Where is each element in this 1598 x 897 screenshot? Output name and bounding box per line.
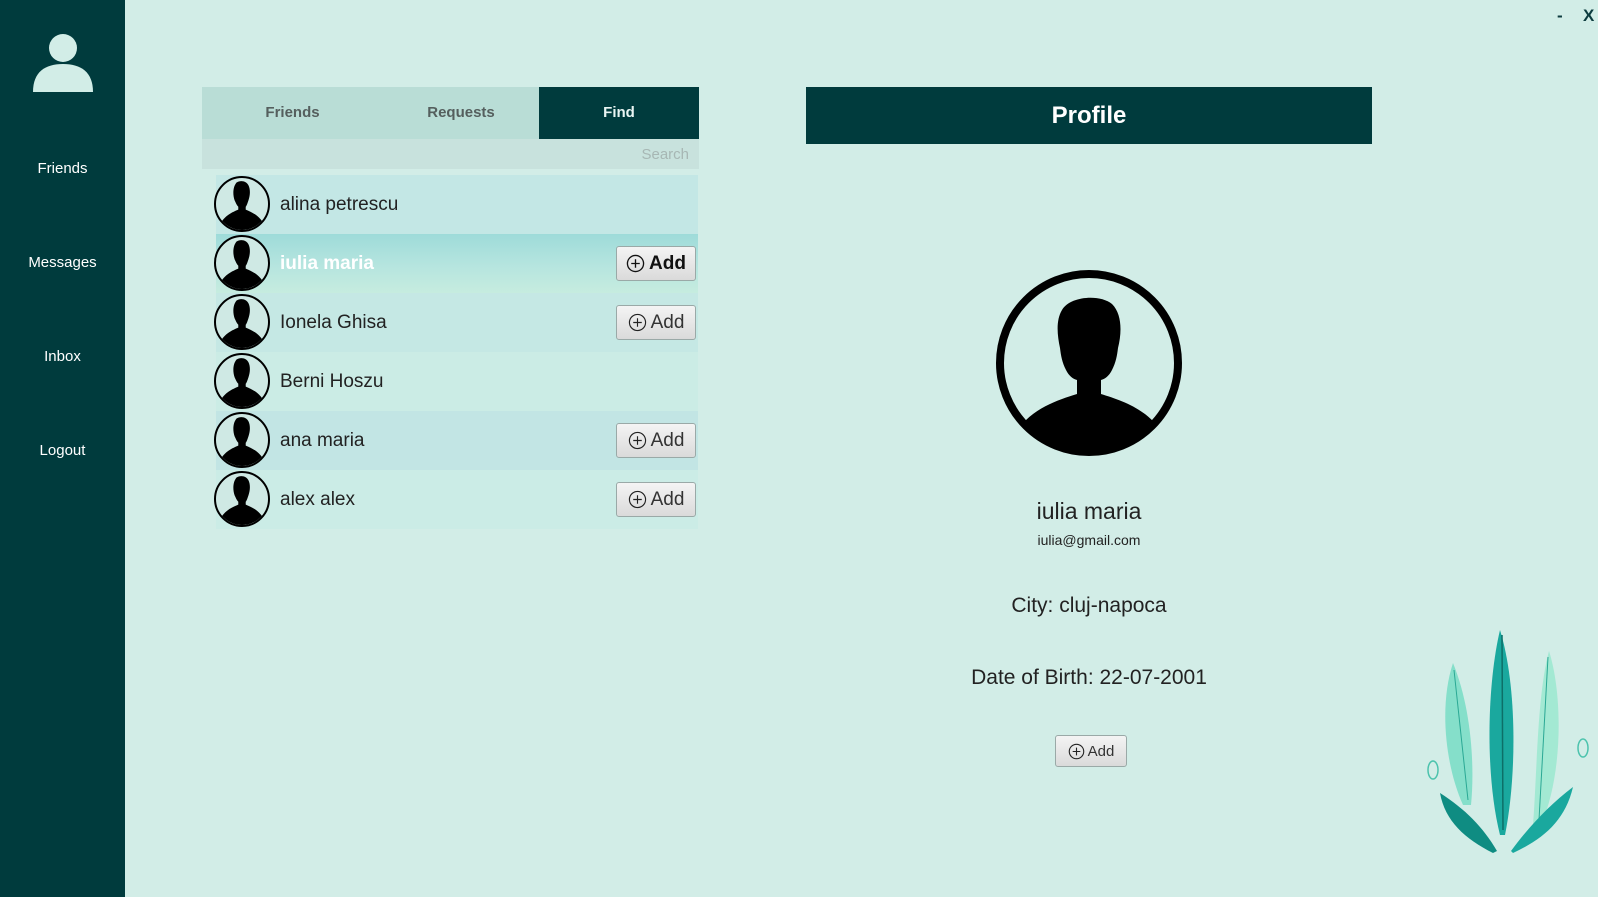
nav-inbox[interactable]: Inbox <box>0 348 125 365</box>
tab-requests[interactable]: Requests <box>383 87 539 139</box>
profile-add-button[interactable]: Add <box>1055 735 1127 767</box>
nav-friends[interactable]: Friends <box>0 160 125 177</box>
avatar-icon <box>214 176 270 232</box>
plus-circle-icon <box>1068 743 1084 759</box>
plus-circle-icon <box>628 313 646 332</box>
avatar-icon <box>214 471 270 527</box>
user-icon[interactable] <box>31 28 95 92</box>
plant-illustration <box>1427 630 1589 853</box>
tab-friends[interactable]: Friends <box>202 87 383 139</box>
profile-email: iulia@gmail.com <box>1037 532 1141 548</box>
add-label: Add <box>650 311 685 333</box>
add-friend-button[interactable]: Add <box>616 482 696 517</box>
plus-circle-icon <box>628 490 646 509</box>
profile-dob: Date of Birth: 22-07-2001 <box>971 666 1207 689</box>
sidebar: Friends Messages Inbox Logout <box>0 0 125 897</box>
user-name: Berni Hoszu <box>280 371 384 392</box>
search-input[interactable] <box>202 139 699 169</box>
list-item[interactable]: alina petrescu <box>214 175 698 234</box>
list-item[interactable]: ana maria Add <box>214 411 698 470</box>
list-item[interactable]: alex alex Add <box>214 470 698 529</box>
friends-tabs: Friends Requests Find <box>202 87 699 139</box>
add-label: Add <box>650 488 685 510</box>
user-name: Ionela Ghisa <box>280 312 387 333</box>
add-label: Add <box>650 429 685 451</box>
nav-messages[interactable]: Messages <box>0 254 125 271</box>
add-label: Add <box>649 252 686 274</box>
avatar-icon <box>214 353 270 409</box>
list-item[interactable]: Ionela Ghisa Add <box>214 293 698 352</box>
close-button[interactable]: X <box>1583 6 1594 26</box>
user-name: alex alex <box>280 489 355 510</box>
add-label: Add <box>1087 742 1115 760</box>
user-list: alina petrescu iulia maria Add Ionela Gh… <box>214 175 698 529</box>
user-name: iulia maria <box>280 253 374 274</box>
user-name: alina petrescu <box>280 194 399 215</box>
profile-name: iulia maria <box>1036 498 1142 524</box>
add-friend-button[interactable]: Add <box>616 423 696 458</box>
list-item[interactable]: Berni Hoszu <box>214 352 698 411</box>
list-item-selected[interactable]: iulia maria Add <box>214 234 698 293</box>
profile-city: City: cluj-napoca <box>1011 594 1167 617</box>
add-friend-button[interactable]: Add <box>616 246 696 281</box>
search-bar <box>202 139 699 169</box>
avatar-icon <box>214 235 270 291</box>
avatar-icon <box>214 412 270 468</box>
profile-header: Profile <box>806 87 1372 144</box>
minimize-button[interactable]: - <box>1557 6 1563 26</box>
user-name: ana maria <box>280 430 365 451</box>
profile-avatar-icon <box>996 270 1182 456</box>
plus-circle-icon <box>626 254 645 273</box>
nav-logout[interactable]: Logout <box>0 442 125 459</box>
add-friend-button[interactable]: Add <box>616 305 696 340</box>
avatar-icon <box>214 294 270 350</box>
plus-circle-icon <box>628 431 646 450</box>
tab-find[interactable]: Find <box>539 87 699 139</box>
